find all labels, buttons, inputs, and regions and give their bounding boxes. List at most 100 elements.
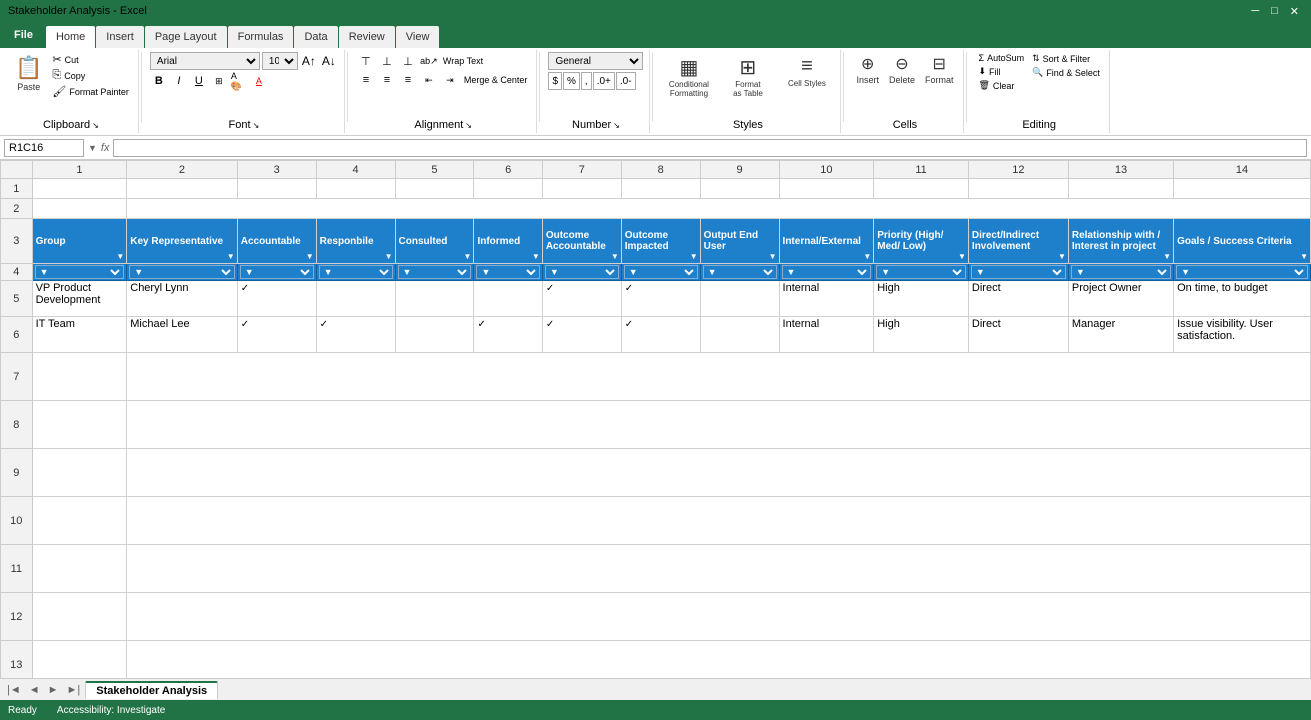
fill-button[interactable]: ⬇ Fill bbox=[975, 65, 1027, 78]
header-cell-involvement[interactable]: Direct/Indirect Involvement ▼ bbox=[968, 219, 1068, 264]
filter-cell-5[interactable]: ▼ bbox=[395, 264, 474, 281]
cell-6-2[interactable]: Michael Lee bbox=[127, 317, 237, 353]
col-header-11[interactable]: 11 bbox=[874, 161, 969, 179]
cell-1-8[interactable] bbox=[621, 179, 700, 199]
row-header-10[interactable]: 10 bbox=[1, 497, 33, 545]
bold-button[interactable]: B bbox=[150, 72, 168, 90]
cell-5-1[interactable]: VP Product Development bbox=[32, 281, 127, 317]
cell-11-1[interactable] bbox=[32, 545, 127, 593]
close-button[interactable]: ✕ bbox=[1286, 5, 1303, 18]
filter-cell-9[interactable]: ▼ bbox=[700, 264, 779, 281]
filter-cell-11[interactable]: ▼ bbox=[874, 264, 969, 281]
increase-indent-button[interactable]: ⇥ bbox=[440, 71, 460, 89]
formula-input[interactable] bbox=[113, 139, 1307, 157]
clear-button[interactable]: 🗑 Clear bbox=[975, 79, 1027, 92]
filter-select-14[interactable]: ▼ bbox=[1176, 265, 1308, 279]
cell-5-12[interactable]: Direct bbox=[968, 281, 1068, 317]
merge-center-button[interactable]: Merge & Center bbox=[461, 71, 531, 89]
currency-button[interactable]: $ bbox=[548, 72, 562, 90]
header-cell-responsible[interactable]: Responbile ▼ bbox=[316, 219, 395, 264]
decrease-indent-button[interactable]: ⇤ bbox=[419, 71, 439, 89]
autosum-button[interactable]: Σ AutoSum bbox=[975, 52, 1027, 64]
filter-cell-1[interactable]: ▼ bbox=[32, 264, 127, 281]
tab-insert[interactable]: Insert bbox=[96, 26, 144, 48]
cell-9-1[interactable] bbox=[32, 449, 127, 497]
tab-home[interactable]: Home bbox=[46, 26, 95, 48]
cell-5-5[interactable] bbox=[395, 281, 474, 317]
filter-select-8[interactable]: ▼ bbox=[624, 265, 698, 279]
cell-5-14[interactable]: On time, to budget bbox=[1174, 281, 1311, 317]
row-header-5[interactable]: 5 bbox=[1, 281, 33, 317]
cell-6-10[interactable]: Internal bbox=[779, 317, 874, 353]
filter-select-6[interactable]: ▼ bbox=[476, 265, 539, 279]
number-expand-icon[interactable]: ↘ bbox=[613, 121, 620, 130]
filter-dropdown-priority[interactable]: ▼ bbox=[958, 252, 966, 261]
col-header-6[interactable]: 6 bbox=[474, 161, 542, 179]
filter-dropdown-informed[interactable]: ▼ bbox=[532, 252, 540, 261]
cell-6-9[interactable] bbox=[700, 317, 779, 353]
font-expand-icon[interactable]: ↘ bbox=[253, 121, 260, 130]
filter-dropdown-rep[interactable]: ▼ bbox=[227, 252, 235, 261]
filter-cell-12[interactable]: ▼ bbox=[968, 264, 1068, 281]
col-header-9[interactable]: 9 bbox=[700, 161, 779, 179]
tab-formulas[interactable]: Formulas bbox=[228, 26, 294, 48]
filter-dropdown-outcome-imp[interactable]: ▼ bbox=[690, 252, 698, 261]
cell-1-7[interactable] bbox=[542, 179, 621, 199]
sort-filter-button[interactable]: ⇅ Sort & Filter bbox=[1029, 52, 1103, 65]
row-header-3[interactable]: 3 bbox=[1, 219, 33, 264]
header-cell-outcome-acc[interactable]: Outcome Accountable ▼ bbox=[542, 219, 621, 264]
align-right-button[interactable]: ≡ bbox=[398, 71, 418, 89]
filter-select-13[interactable]: ▼ bbox=[1071, 265, 1171, 279]
cell-1-4[interactable] bbox=[316, 179, 395, 199]
col-header-2[interactable]: 2 bbox=[127, 161, 237, 179]
cell-10-rest[interactable] bbox=[127, 497, 1311, 545]
sheet-tab-stakeholder[interactable]: Stakeholder Analysis bbox=[85, 681, 218, 699]
filter-cell-13[interactable]: ▼ bbox=[1068, 264, 1173, 281]
filter-select-4[interactable]: ▼ bbox=[319, 265, 393, 279]
cell-1-2[interactable] bbox=[127, 179, 237, 199]
col-header-4[interactable]: 4 bbox=[316, 161, 395, 179]
row-header-1[interactable]: 1 bbox=[1, 179, 33, 199]
header-cell-priority[interactable]: Priority (High/ Med/ Low) ▼ bbox=[874, 219, 969, 264]
cell-12-1[interactable] bbox=[32, 593, 127, 641]
cell-5-6[interactable] bbox=[474, 281, 542, 317]
font-color-button[interactable]: A bbox=[250, 72, 268, 90]
cell-12-rest[interactable] bbox=[127, 593, 1311, 641]
cell-6-13[interactable]: Manager bbox=[1068, 317, 1173, 353]
paste-button[interactable]: 📋 Paste bbox=[10, 52, 47, 95]
cell-5-13[interactable]: Project Owner bbox=[1068, 281, 1173, 317]
cell-13-1[interactable] bbox=[32, 641, 127, 679]
percent-button[interactable]: % bbox=[563, 72, 580, 90]
cell-6-8[interactable]: ✓ bbox=[621, 317, 700, 353]
row-header-13[interactable]: 13 bbox=[1, 641, 33, 679]
cell-reference-input[interactable] bbox=[4, 139, 84, 157]
delete-button[interactable]: ⊖ Delete bbox=[885, 52, 919, 87]
filter-select-7[interactable]: ▼ bbox=[545, 265, 619, 279]
filter-select-9[interactable]: ▼ bbox=[703, 265, 777, 279]
cell-7-rest[interactable] bbox=[127, 353, 1311, 401]
filter-select-1[interactable]: ▼ bbox=[35, 265, 125, 279]
cell-13-rest[interactable] bbox=[127, 641, 1311, 679]
filter-cell-3[interactable]: ▼ bbox=[237, 264, 316, 281]
tab-data[interactable]: Data bbox=[294, 26, 337, 48]
align-middle-button[interactable]: ⊥ bbox=[377, 52, 397, 70]
sheet-nav-last[interactable]: ►| bbox=[64, 684, 84, 696]
align-left-button[interactable]: ≡ bbox=[356, 71, 376, 89]
col-header-10[interactable]: 10 bbox=[779, 161, 874, 179]
cell-8-1[interactable] bbox=[32, 401, 127, 449]
header-cell-outcome-imp[interactable]: Outcome Impacted ▼ bbox=[621, 219, 700, 264]
number-format-select[interactable]: General bbox=[548, 52, 643, 70]
header-cell-accountable[interactable]: Accountable ▼ bbox=[237, 219, 316, 264]
tab-page-layout[interactable]: Page Layout bbox=[145, 26, 227, 48]
sheet-nav-first[interactable]: |◄ bbox=[4, 684, 24, 696]
decrease-decimal-button[interactable]: .0- bbox=[616, 72, 636, 90]
cell-6-11[interactable]: High bbox=[874, 317, 969, 353]
col-header-3[interactable]: 3 bbox=[237, 161, 316, 179]
filter-dropdown-outcome-acc[interactable]: ▼ bbox=[611, 252, 619, 261]
cell-10-1[interactable] bbox=[32, 497, 127, 545]
fill-color-button[interactable]: A🎨 bbox=[230, 72, 248, 90]
cell-5-10[interactable]: Internal bbox=[779, 281, 874, 317]
cell-6-5[interactable] bbox=[395, 317, 474, 353]
header-cell-group[interactable]: Group ▼ bbox=[32, 219, 127, 264]
filter-dropdown-responsible[interactable]: ▼ bbox=[385, 252, 393, 261]
